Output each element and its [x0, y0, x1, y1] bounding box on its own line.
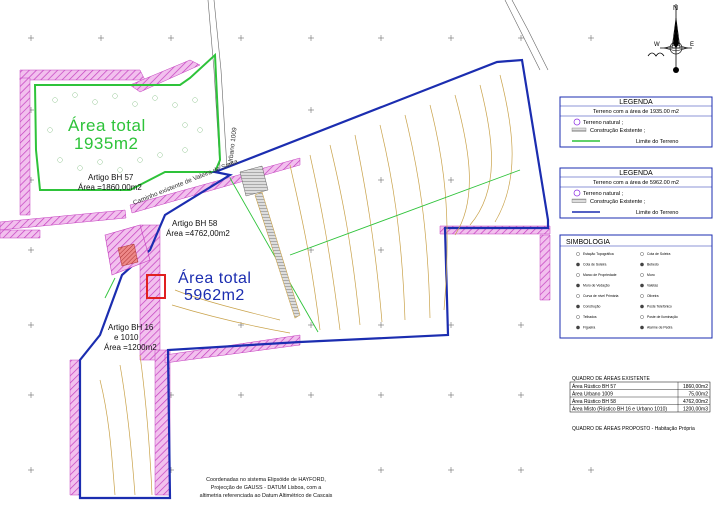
sym-right-symbol-5-label: Oliveira: [647, 294, 659, 298]
sym-right-symbol-2-label: Bebedo: [647, 263, 659, 267]
sym-right-symbol-1-label: Cota de Soleira: [647, 252, 670, 256]
green-area-value: 1935m2: [74, 134, 138, 153]
sym-left-symbol-1-label: Estação Topográfica: [583, 252, 614, 256]
legend1-item-3: Limite do Terreno: [636, 139, 678, 145]
sym-left-symbol-7-label: Telhados: [583, 315, 597, 319]
legend-5962: LEGENDA Terreno com a área de 5962.00 m2…: [559, 167, 713, 219]
compass-west: W: [654, 42, 660, 48]
areas-table-title: QUADRO DE ÁREAS EXISTENTE: [572, 375, 650, 382]
legend2-item-1: Terreno natural ;: [583, 191, 624, 197]
sym-left-symbol-6-label: Construção: [583, 305, 600, 309]
simbologia-panel: SIMBOLOGIA Estação Topográfica Cota de So…: [559, 234, 713, 339]
parcel-bh16-name: Artigo BH 16: [108, 323, 154, 332]
sym-right-symbol-3-label: Muro: [647, 273, 655, 277]
coordinate-note: Coordenadas no sistema Elipsóide de HAYF…: [200, 477, 333, 499]
legend1-subtitle: Terreno com a área de 1935.00 m2: [593, 109, 679, 115]
compass-east: E: [690, 42, 694, 48]
simbologia-title: SIMBOLOGIA: [566, 239, 610, 246]
sym-right-symbol-6-label: Poste Telefónico: [647, 305, 672, 309]
parcel-bh57-name: Artigo BH 57: [88, 173, 134, 182]
blue-area-value: 5962m2: [184, 287, 245, 304]
parcel-bh16-area: Área =1200m2: [104, 343, 157, 352]
site-plan-map: Área total 1935m2 Área total 5962m2 Arti…: [0, 0, 713, 500]
legend-1935: LEGENDA Terreno com a área de 1935.00 m2…: [559, 96, 713, 148]
sym-right-symbol-8-icon: [640, 325, 644, 330]
sym-right-symbol-4-icon: [640, 283, 644, 288]
compass-north: N: [673, 5, 678, 12]
legend2-subtitle: Terreno com a área de 5962.00 m2: [593, 180, 679, 186]
footer-line-3: altimetria referenciada ao Datum Altimét…: [200, 493, 333, 499]
areas-row-2-value: 75,00m2: [689, 392, 709, 398]
legend2-item-3: Limite do Terreno: [636, 210, 678, 216]
sym-right-symbol-8-label: Alarme de Pedra: [647, 326, 673, 330]
areas-row-2-label: Área Urbano 1009: [572, 391, 613, 398]
sym-right-symbol-2-icon: [640, 262, 644, 267]
sym-left-symbol-6-icon: [576, 304, 580, 309]
sym-left-symbol-2-label: Cota de Soleira: [583, 263, 606, 267]
areas-proposed-title: QUADRO DE ÁREAS PROPOSTO - Habitação Pró…: [572, 425, 695, 432]
legend2-item-2: Construção Existente ;: [590, 199, 646, 205]
compass-icon: N E W: [647, 4, 694, 73]
legend2-title: LEGENDA: [619, 170, 653, 177]
sym-right-symbol-7-label: Poste de Iluminação: [647, 315, 678, 319]
sym-left-symbol-5-label: Curva de nível Primária: [583, 294, 619, 298]
parcel-bh58-area: Área =4762,00m2: [166, 229, 230, 238]
sym-left-symbol-3-label: Marco de Propriedade: [583, 273, 617, 277]
parcel-bh57-area: Área =1860,00m2: [78, 183, 142, 192]
sym-left-symbol-8-label: Figueira: [583, 326, 595, 330]
footer-line-1: Coordenadas no sistema Elipsóide de HAYF…: [206, 477, 326, 483]
footer-line-2: Projecção de GAUSS - DATUM Lisboa, com a: [211, 485, 321, 491]
legend1-item-2: Construção Existente ;: [590, 128, 646, 134]
areas-row-1-value: 1860,00m2: [683, 384, 708, 390]
areas-table: QUADRO DE ÁREAS EXISTENTE Área Rústico B…: [569, 375, 711, 432]
top-road: [207, 0, 549, 169]
sym-left-symbol-2-icon: [576, 262, 580, 267]
parcel-bh16-sub: e 1010: [114, 333, 139, 342]
areas-row-3-value: 4762,00m2: [683, 399, 708, 405]
legend1-item-1: Terreno natural ;: [583, 120, 624, 126]
areas-row-4-label: Área Misto (Rústico BH 16 e Urbano 1010): [572, 406, 667, 413]
parcel-bh58-name: Artigo BH 58: [172, 219, 218, 228]
areas-row-3-label: Área Rústico BH 58: [572, 398, 616, 405]
sym-right-symbol-4-label: Valetas: [647, 284, 658, 288]
areas-row-4-value: 1200,00m3: [683, 407, 708, 413]
sym-left-symbol-4-icon: [576, 283, 580, 288]
legend1-title: LEGENDA: [619, 99, 653, 106]
sym-right-symbol-6-icon: [640, 304, 644, 309]
blue-area-title: Área total: [178, 268, 251, 287]
green-area-title: Área total: [68, 116, 146, 135]
sym-left-symbol-4-label: Muro de Vedação: [583, 284, 610, 288]
sym-left-symbol-8-icon: [576, 325, 580, 330]
areas-row-1-label: Área Rústico BH 57: [572, 383, 616, 390]
green-internal-lines: [104, 169, 521, 333]
